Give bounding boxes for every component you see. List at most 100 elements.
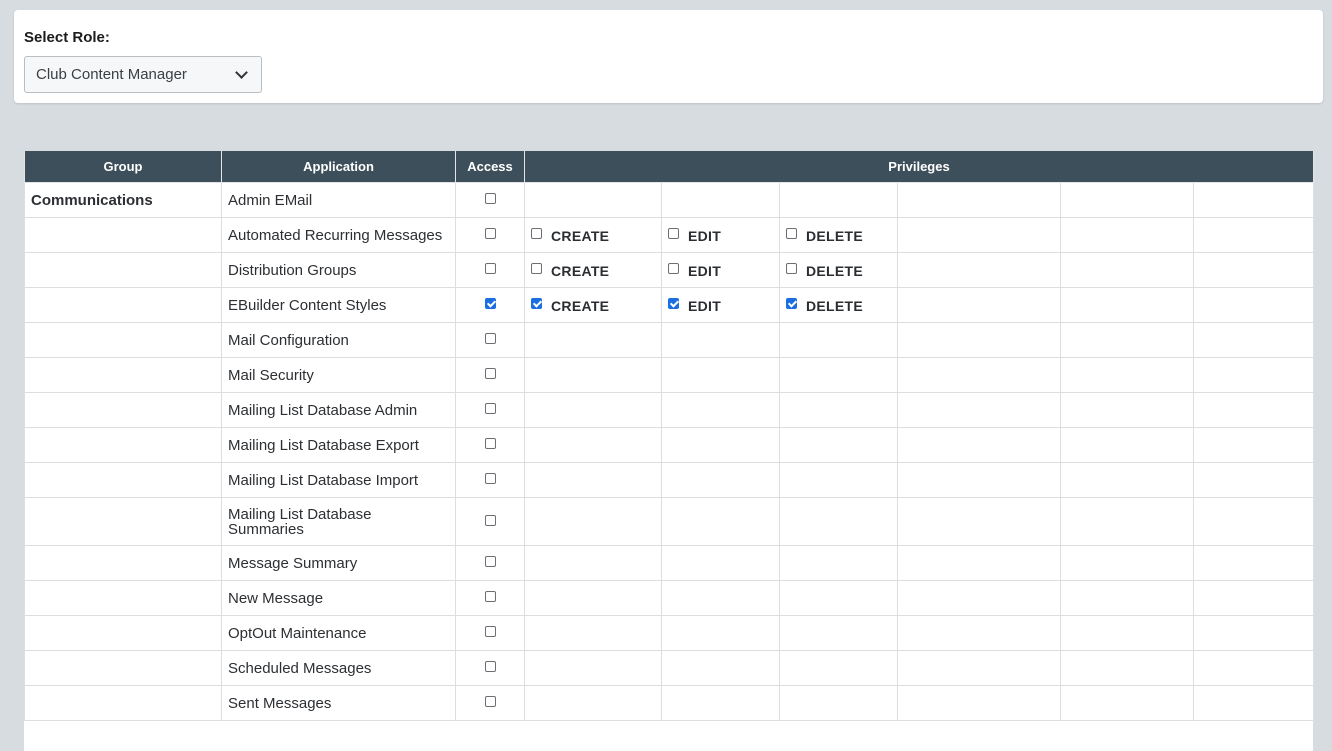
access-checkbox[interactable] xyxy=(484,333,496,345)
privilege-cell-empty xyxy=(1193,182,1314,218)
group-cell xyxy=(24,427,222,463)
application-name: Message Summary xyxy=(221,545,456,581)
privilege-cell-empty xyxy=(1060,357,1194,393)
privilege-cell-edit: EDIT xyxy=(661,217,780,253)
table-row: Mailing List Database Admin xyxy=(24,392,1314,428)
access-checkbox[interactable] xyxy=(484,556,496,568)
privilege-cell-empty xyxy=(1060,217,1194,253)
privilege-cell-empty xyxy=(1060,252,1194,288)
group-cell xyxy=(24,392,222,428)
application-name: Scheduled Messages xyxy=(221,650,456,686)
privilege-cell-empty xyxy=(661,427,780,463)
application-name: Mailing List Database Import xyxy=(221,462,456,498)
table-row: Scheduled Messages xyxy=(24,650,1314,686)
access-checkbox[interactable] xyxy=(484,661,496,673)
access-checkbox[interactable] xyxy=(484,473,496,485)
access-checkbox[interactable] xyxy=(484,298,496,310)
privilege-cell-empty xyxy=(1193,580,1314,616)
group-cell xyxy=(24,650,222,686)
table-row: Mailing List Database Export xyxy=(24,427,1314,463)
privilege-cell-empty xyxy=(779,392,898,428)
access-checkbox[interactable] xyxy=(484,193,496,205)
privilege-cell-empty xyxy=(524,462,662,498)
privilege-cell-empty xyxy=(661,497,780,546)
delete-privilege-checkbox[interactable] xyxy=(786,263,797,275)
delete-privilege-checkbox[interactable] xyxy=(786,228,797,240)
privilege-label: CREATE xyxy=(551,297,610,314)
column-header-access: Access xyxy=(455,151,525,183)
privilege-cell-empty xyxy=(897,685,1061,721)
access-checkbox[interactable] xyxy=(484,626,496,638)
edit-privilege-checkbox[interactable] xyxy=(668,228,679,240)
privilege-cell-empty xyxy=(897,322,1061,358)
privilege-cell-empty xyxy=(897,462,1061,498)
application-name: New Message xyxy=(221,580,456,616)
access-checkbox[interactable] xyxy=(484,696,496,708)
privilege-cell-empty xyxy=(1060,615,1194,651)
privilege-cell-empty xyxy=(524,580,662,616)
privilege-cell-empty xyxy=(661,322,780,358)
edit-privilege-checkbox[interactable] xyxy=(668,298,679,310)
access-checkbox[interactable] xyxy=(484,263,496,275)
group-cell xyxy=(24,217,222,253)
role-dropdown[interactable]: Club Content Manager xyxy=(24,56,262,93)
access-checkbox[interactable] xyxy=(484,438,496,450)
application-name: Automated Recurring Messages xyxy=(221,217,456,253)
privilege-cell-empty xyxy=(1193,322,1314,358)
table-row: Mail Configuration xyxy=(24,322,1314,358)
privilege-cell-delete: DELETE xyxy=(779,252,898,288)
column-header-privileges: Privileges xyxy=(524,151,1314,183)
delete-privilege-checkbox[interactable] xyxy=(786,298,797,310)
access-checkbox[interactable] xyxy=(484,403,496,415)
group-cell: Communications xyxy=(24,182,222,218)
access-cell xyxy=(455,462,525,498)
access-checkbox[interactable] xyxy=(484,591,496,603)
access-cell xyxy=(455,615,525,651)
privilege-cell-empty xyxy=(897,392,1061,428)
permissions-table-container: Group Application Access Privileges Comm… xyxy=(24,151,1314,751)
access-cell xyxy=(455,685,525,721)
privilege-cell-empty xyxy=(661,650,780,686)
privilege-cell-empty xyxy=(1193,392,1314,428)
privilege-cell-empty xyxy=(524,615,662,651)
permissions-table: Group Application Access Privileges Comm… xyxy=(24,151,1314,721)
privilege-cell-empty xyxy=(779,650,898,686)
privilege-cell-empty xyxy=(661,182,780,218)
privilege-cell-empty xyxy=(1060,392,1194,428)
access-checkbox[interactable] xyxy=(484,368,496,380)
privilege-cell-empty xyxy=(524,497,662,546)
application-name: Mailing List Database Export xyxy=(221,427,456,463)
access-checkbox[interactable] xyxy=(484,514,496,526)
privilege-cell-empty xyxy=(897,252,1061,288)
privilege-cell-empty xyxy=(524,322,662,358)
privilege-cell-empty xyxy=(897,357,1061,393)
access-cell xyxy=(455,427,525,463)
access-cell xyxy=(455,182,525,218)
privilege-cell-empty xyxy=(1060,650,1194,686)
table-row: Mailing List Database Import xyxy=(24,462,1314,498)
privilege-label: EDIT xyxy=(688,227,722,244)
column-header-application: Application xyxy=(221,151,456,183)
access-checkbox[interactable] xyxy=(484,228,496,240)
privilege-cell-empty xyxy=(1193,545,1314,581)
privilege-cell-empty xyxy=(897,182,1061,218)
edit-privilege-checkbox[interactable] xyxy=(668,263,679,275)
table-row: Distribution Groups CREATE EDIT DELETE xyxy=(24,252,1314,288)
privilege-cell-edit: EDIT xyxy=(661,252,780,288)
access-cell xyxy=(455,497,525,546)
create-privilege-checkbox[interactable] xyxy=(531,298,542,310)
create-privilege-checkbox[interactable] xyxy=(531,228,542,240)
privilege-cell-empty xyxy=(1060,497,1194,546)
application-name: Mailing List Database Summaries xyxy=(221,497,456,546)
application-name: Sent Messages xyxy=(221,685,456,721)
create-privilege-checkbox[interactable] xyxy=(531,263,542,275)
privilege-cell-empty xyxy=(1060,182,1194,218)
table-row: Sent Messages xyxy=(24,685,1314,721)
application-name: OptOut Maintenance xyxy=(221,615,456,651)
privilege-cell-delete: DELETE xyxy=(779,217,898,253)
application-name: Mail Configuration xyxy=(221,322,456,358)
privilege-cell-empty xyxy=(1060,685,1194,721)
privilege-cell-create: CREATE xyxy=(524,217,662,253)
privilege-cell-empty xyxy=(661,545,780,581)
privilege-cell-empty xyxy=(897,497,1061,546)
